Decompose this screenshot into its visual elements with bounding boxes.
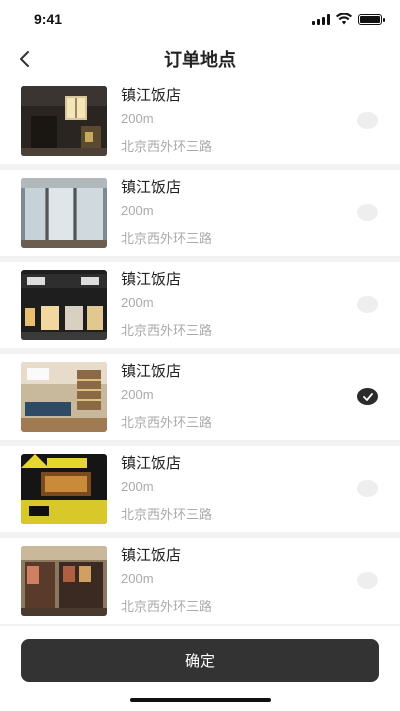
location-name: 镇江饭店	[121, 270, 182, 288]
location-name: 镇江饭店	[121, 454, 182, 472]
location-address: 北京西外环三路	[121, 508, 213, 523]
location-thumbnail	[21, 546, 107, 616]
location-distance: 200m	[121, 111, 154, 126]
location-address: 北京西外环三路	[121, 140, 213, 155]
location-address: 北京西外环三路	[121, 416, 213, 431]
status-icons	[312, 13, 385, 25]
location-distance: 200m	[121, 387, 154, 402]
location-thumbnail	[21, 86, 107, 156]
location-address: 北京西外环三路	[121, 600, 213, 615]
location-thumbnail	[21, 454, 107, 524]
status-bar: 9:41	[0, 0, 400, 40]
location-thumbnail	[21, 178, 107, 248]
location-distance: 200m	[121, 203, 154, 218]
select-radio[interactable]	[357, 480, 378, 497]
battery-icon	[358, 13, 385, 25]
location-name: 镇江饭店	[121, 178, 182, 196]
location-item[interactable]: 镇江饭店 200m 北京西外环三路	[0, 446, 400, 532]
location-address: 北京西外环三路	[121, 232, 213, 247]
location-thumbnail	[21, 270, 107, 340]
location-name: 镇江饭店	[121, 362, 182, 380]
select-radio[interactable]	[357, 572, 378, 589]
cellular-signal-icon	[312, 13, 330, 25]
location-item[interactable]: 镇江饭店 200m 北京西外环三路	[0, 170, 400, 256]
location-thumbnail	[21, 362, 107, 432]
location-address: 北京西外环三路	[121, 324, 213, 339]
confirm-button[interactable]: 确定	[21, 639, 379, 682]
location-name: 镇江饭店	[121, 86, 182, 104]
select-radio[interactable]	[357, 204, 378, 221]
location-name: 镇江饭店	[121, 546, 182, 564]
nav-bar: 订单地点	[0, 40, 400, 78]
bottom-bar: 确定	[0, 626, 400, 711]
location-distance: 200m	[121, 571, 154, 586]
select-radio[interactable]	[357, 112, 378, 129]
location-item[interactable]: 镇江饭店 200m 北京西外环三路	[0, 538, 400, 624]
location-distance: 200m	[121, 295, 154, 310]
status-time: 9:41	[34, 11, 63, 27]
select-radio[interactable]	[357, 296, 378, 313]
select-radio[interactable]	[357, 388, 378, 405]
home-indicator	[130, 698, 271, 702]
location-item[interactable]: 镇江饭店 200m 北京西外环三路	[0, 354, 400, 440]
location-item[interactable]: 镇江饭店 200m 北京西外环三路	[0, 78, 400, 164]
wifi-icon	[336, 13, 352, 25]
page-title: 订单地点	[164, 50, 236, 71]
location-item[interactable]: 镇江饭店 200m 北京西外环三路	[0, 262, 400, 348]
location-distance: 200m	[121, 479, 154, 494]
location-list[interactable]: 镇江饭店 200m 北京西外环三路 镇江饭店 200m 北京西外环三路 镇江饭店…	[0, 78, 400, 626]
checkmark-icon	[362, 392, 373, 401]
